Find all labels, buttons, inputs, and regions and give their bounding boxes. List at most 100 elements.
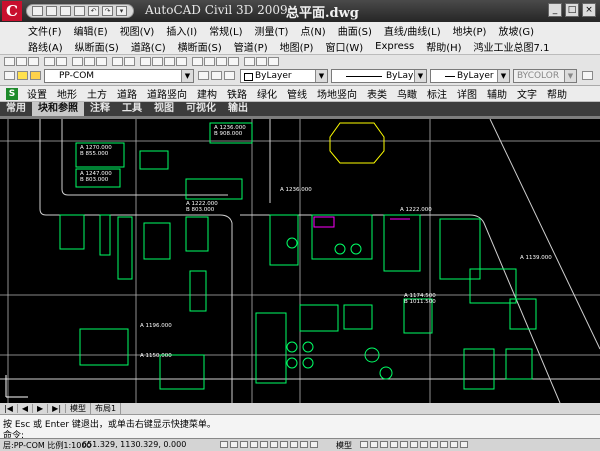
- tab-layout1[interactable]: 布局1: [91, 403, 122, 414]
- maximize-button[interactable]: □: [565, 3, 579, 17]
- tab-nav-prev[interactable]: ◀: [18, 404, 34, 413]
- new-file-icon[interactable]: [32, 6, 43, 16]
- menu-profiles[interactable]: 纵断面(S): [69, 39, 125, 54]
- tab-annotate[interactable]: 注释: [84, 102, 116, 116]
- menu-express[interactable]: Express: [369, 41, 420, 52]
- save-icon[interactable]: [60, 6, 71, 16]
- tab-blocks-references[interactable]: 块和参照: [32, 102, 84, 116]
- menu-general[interactable]: 常规(L): [203, 23, 248, 38]
- open-file-icon[interactable]: [46, 6, 57, 16]
- tab-nav-next[interactable]: ▶: [33, 404, 49, 413]
- layer-previous-icon[interactable]: [211, 71, 222, 80]
- qp-toggle-icon[interactable]: [310, 441, 318, 448]
- quick-view-layouts-icon[interactable]: [360, 441, 368, 448]
- civil-menu-pipelines[interactable]: 管线: [282, 86, 312, 101]
- layer-manager-icon[interactable]: [4, 71, 15, 80]
- civil-menu-road-vertical[interactable]: 道路竖向: [142, 86, 192, 101]
- civil-menu-tables[interactable]: 表类: [362, 86, 392, 101]
- menu-surfaces[interactable]: 曲面(S): [332, 23, 378, 38]
- civil-menu-settings[interactable]: 设置: [22, 86, 52, 101]
- civil-menu-road[interactable]: 道路: [112, 86, 142, 101]
- osnap-toggle-icon[interactable]: [260, 441, 268, 448]
- dropdown-icon[interactable]: ▾: [116, 6, 127, 16]
- drawing-area[interactable]: A 1236.000 B 908.000 A 1270.000 B 855.00…: [0, 119, 600, 403]
- tab-view[interactable]: 视图: [148, 102, 180, 116]
- civil-menu-details[interactable]: 详图: [452, 86, 482, 101]
- print-icon[interactable]: [44, 57, 55, 66]
- undo-icon[interactable]: [112, 57, 123, 66]
- menu-sections[interactable]: 横断面(S): [172, 39, 228, 54]
- pan-icon[interactable]: [380, 441, 388, 448]
- showmotion-icon[interactable]: [410, 441, 418, 448]
- civil-menu-auxiliary[interactable]: 辅助: [482, 86, 512, 101]
- clean-screen-icon[interactable]: [460, 441, 468, 448]
- civil-menu-earthwork[interactable]: 土方: [82, 86, 112, 101]
- linetype-dropdown[interactable]: ByLayer ▼: [331, 69, 427, 83]
- zoom-previous-icon[interactable]: [176, 57, 187, 66]
- menu-grading[interactable]: 放坡(G): [492, 23, 540, 38]
- layer-freeze-icon[interactable]: [30, 71, 41, 80]
- menu-parcels[interactable]: 地块(P): [447, 23, 493, 38]
- civil-menu-buildings[interactable]: 建构: [192, 86, 222, 101]
- menu-hongye[interactable]: 鸿业工业总图7.1: [468, 39, 556, 54]
- snap-toggle-icon[interactable]: [220, 441, 228, 448]
- save-icon[interactable]: [28, 57, 39, 66]
- menu-window[interactable]: 窗口(W): [319, 39, 369, 54]
- app-logo[interactable]: C: [2, 1, 22, 21]
- help-icon[interactable]: [268, 57, 279, 66]
- civil-menu-annotate[interactable]: 标注: [422, 86, 452, 101]
- grid-toggle-icon[interactable]: [230, 441, 238, 448]
- properties-icon[interactable]: [192, 57, 203, 66]
- preview-icon[interactable]: [56, 57, 67, 66]
- quickcalc-icon[interactable]: [256, 57, 267, 66]
- close-button[interactable]: ×: [582, 3, 596, 17]
- polar-toggle-icon[interactable]: [250, 441, 258, 448]
- print-icon[interactable]: [74, 6, 85, 16]
- civil-menu-railway[interactable]: 铁路: [222, 86, 252, 101]
- civil-menu-site-vertical[interactable]: 场地竖向: [312, 86, 362, 101]
- zoom-icon[interactable]: [390, 441, 398, 448]
- undo-icon[interactable]: ↶: [88, 6, 99, 16]
- menu-survey[interactable]: 测量(T): [248, 23, 294, 38]
- civil-menu-terrain[interactable]: 地形: [52, 86, 82, 101]
- ortho-toggle-icon[interactable]: [240, 441, 248, 448]
- menu-pipes[interactable]: 管道(P): [228, 39, 274, 54]
- pan-icon[interactable]: [140, 57, 151, 66]
- lock-icon[interactable]: [450, 441, 458, 448]
- new-icon[interactable]: [4, 57, 15, 66]
- annotation-visibility-icon[interactable]: [430, 441, 438, 448]
- civil-menu-greening[interactable]: 绿化: [252, 86, 282, 101]
- site-plan-drawing[interactable]: A 1236.000 B 908.000 A 1270.000 B 855.00…: [0, 119, 600, 403]
- menu-lines-curves[interactable]: 直线/曲线(L): [378, 23, 447, 38]
- redo-icon[interactable]: [124, 57, 135, 66]
- menu-corridors[interactable]: 道路(C): [125, 39, 172, 54]
- tab-output[interactable]: 输出: [222, 102, 254, 116]
- quick-view-drawings-icon[interactable]: [370, 441, 378, 448]
- plotstyle-dropdown[interactable]: BYCOLOR ▼: [513, 69, 577, 83]
- tab-tools[interactable]: 工具: [116, 102, 148, 116]
- color-dropdown[interactable]: ByLayer ▼: [240, 69, 328, 83]
- civil-menu-help[interactable]: 帮助: [542, 86, 572, 101]
- tab-home[interactable]: 常用: [0, 102, 32, 116]
- toolbar-end-icon[interactable]: [582, 71, 593, 80]
- ducs-toggle-icon[interactable]: [280, 441, 288, 448]
- layer-states-icon[interactable]: [224, 71, 235, 80]
- make-current-layer-icon[interactable]: [198, 71, 209, 80]
- sheet-set-icon[interactable]: [228, 57, 239, 66]
- zoom-window-icon[interactable]: [164, 57, 175, 66]
- civil-menu-aerial[interactable]: 鸟瞰: [392, 86, 422, 101]
- design-center-icon[interactable]: [204, 57, 215, 66]
- command-line[interactable]: 按 Esc 或 Enter 键退出，或单击右键显示快捷菜单。 命令:: [0, 414, 600, 441]
- menu-help[interactable]: 帮助(H): [420, 39, 467, 54]
- lineweight-dropdown[interactable]: ByLayer ▼: [430, 69, 510, 83]
- paste-icon[interactable]: [96, 57, 107, 66]
- tab-model[interactable]: 模型: [66, 403, 92, 414]
- menu-insert[interactable]: 插入(I): [160, 23, 203, 38]
- open-icon[interactable]: [16, 57, 27, 66]
- menu-map[interactable]: 地图(P): [274, 39, 320, 54]
- cut-icon[interactable]: [72, 57, 83, 66]
- menu-file[interactable]: 文件(F): [22, 23, 68, 38]
- steeringwheel-icon[interactable]: [400, 441, 408, 448]
- tab-nav-first[interactable]: |◀: [0, 404, 18, 413]
- layer-dropdown[interactable]: PP-COM ▼: [44, 69, 194, 83]
